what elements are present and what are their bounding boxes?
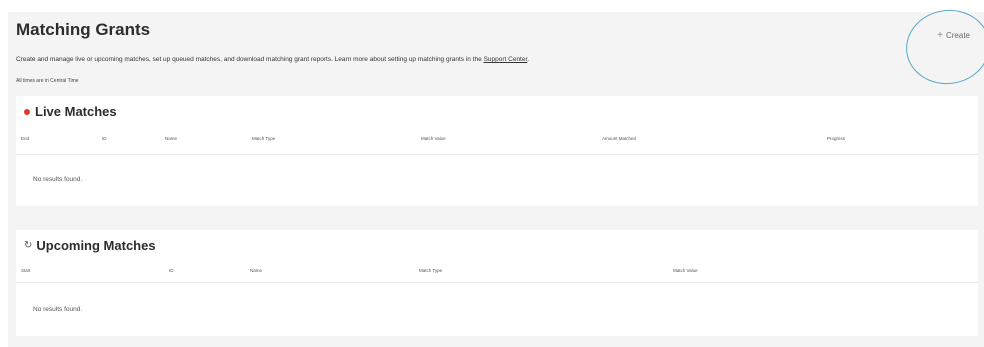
table-divider bbox=[16, 282, 978, 283]
live-matches-panel: Live Matches End ID Name Match Type Matc… bbox=[16, 96, 978, 206]
column-header-id[interactable]: ID bbox=[169, 268, 174, 273]
column-header-name[interactable]: Name bbox=[165, 136, 177, 141]
upcoming-empty-state: No results found. bbox=[33, 306, 83, 313]
column-header-match-value[interactable]: Match Value bbox=[673, 268, 698, 273]
column-header-progress[interactable]: Progress bbox=[827, 136, 845, 141]
upcoming-table-header: Start ID Name Match Type Match Value bbox=[16, 268, 978, 278]
column-header-match-value[interactable]: Match Value bbox=[421, 136, 446, 141]
column-header-start[interactable]: Start bbox=[21, 268, 31, 273]
description-end: . bbox=[527, 56, 530, 63]
timezone-note: All times are in Central Time bbox=[16, 78, 79, 84]
matching-grants-page: Matching Grants + Create Create and manag… bbox=[8, 4, 984, 347]
live-status-dot-icon bbox=[24, 108, 30, 115]
page-title: Matching Grants bbox=[16, 20, 151, 39]
create-button[interactable]: + Create bbox=[937, 30, 970, 41]
column-header-match-type[interactable]: Match Type bbox=[252, 136, 275, 141]
column-header-end[interactable]: End bbox=[21, 136, 29, 141]
annotation-circle bbox=[901, 4, 984, 90]
live-matches-title-text: Live Matches bbox=[35, 104, 117, 119]
upcoming-matches-title: ↻ Upcoming Matches bbox=[24, 238, 156, 253]
refresh-icon: ↻ bbox=[24, 240, 33, 251]
live-matches-title: Live Matches bbox=[24, 104, 117, 119]
upcoming-matches-panel: ↻ Upcoming Matches Start ID Name Match T… bbox=[16, 230, 978, 336]
page-description: Create and manage live or upcoming match… bbox=[16, 56, 529, 63]
plus-icon: + bbox=[937, 30, 943, 41]
upcoming-matches-title-text: Upcoming Matches bbox=[36, 238, 156, 253]
live-table-header: End ID Name Match Type Match Value Amoun… bbox=[16, 136, 978, 146]
description-text: Create and manage live or upcoming match… bbox=[16, 56, 484, 63]
column-header-amount-matched[interactable]: Amount Matched bbox=[602, 136, 636, 141]
column-header-match-type[interactable]: Match Type bbox=[419, 268, 442, 273]
table-divider bbox=[16, 154, 978, 155]
column-header-name[interactable]: Name bbox=[250, 268, 262, 273]
create-button-label: Create bbox=[945, 31, 970, 40]
live-empty-state: No results found. bbox=[33, 176, 83, 183]
column-header-id[interactable]: ID bbox=[102, 136, 107, 141]
support-center-link[interactable]: Support Center bbox=[484, 56, 528, 63]
